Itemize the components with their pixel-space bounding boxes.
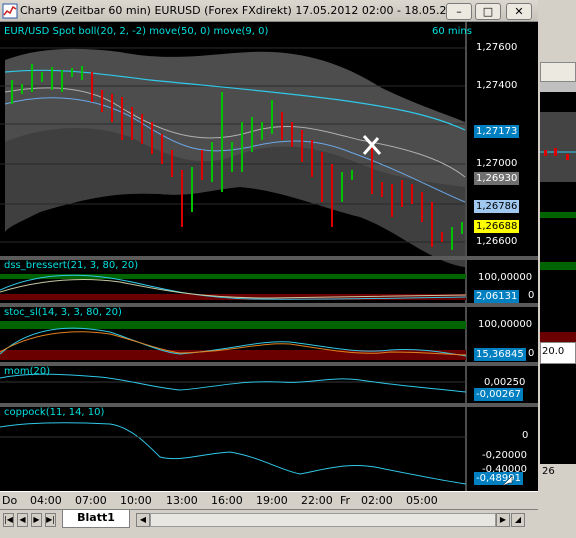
stoc-tick-zero: 0 bbox=[528, 348, 535, 359]
coppock-line bbox=[0, 422, 467, 485]
prev-sheet-icon[interactable]: ◀ bbox=[17, 513, 28, 527]
dss-tick-top: 100,00000 bbox=[478, 272, 533, 283]
stoc-panel-title: stoc_sl(14, 3, 3, 80, 20) bbox=[4, 307, 122, 318]
mom-value: -0,00267 bbox=[474, 388, 523, 401]
cursor-arrow-icon bbox=[501, 475, 513, 487]
time-label-8: Fr bbox=[340, 494, 351, 507]
stoc-tick-top: 100,00000 bbox=[478, 319, 533, 330]
sheet-tab-blatt1[interactable]: Blatt1 bbox=[62, 510, 130, 528]
last-price-value: 1,26688 bbox=[474, 220, 520, 233]
bg-window-chart bbox=[540, 112, 576, 342]
mom-line bbox=[0, 373, 467, 393]
dss-panel-title: dss_bressert(21, 3, 80, 20) bbox=[4, 260, 139, 271]
price-tick-6: 1,26600 bbox=[476, 236, 518, 247]
first-sheet-icon[interactable]: |◀ bbox=[3, 513, 14, 527]
chart-app-icon bbox=[2, 3, 18, 19]
horizontal-scrollbar[interactable] bbox=[150, 513, 496, 527]
bottom-strip bbox=[0, 529, 538, 538]
coppock-tick-zero: 0 bbox=[522, 430, 529, 441]
time-label-3: 10:00 bbox=[120, 494, 152, 507]
time-label-1: 04:00 bbox=[30, 494, 62, 507]
mom-tick-top: 0,00250 bbox=[484, 377, 526, 388]
bg-window-titlebar bbox=[540, 62, 576, 82]
title-bar[interactable]: Chart9 (Zeitbar 60 min) EURUSD (Forex FX… bbox=[0, 0, 538, 22]
ma-value: 1,26930 bbox=[474, 172, 520, 185]
time-label-4: 13:00 bbox=[166, 494, 198, 507]
minimize-button[interactable]: – bbox=[446, 3, 472, 20]
coppock-tick-mid: -0,20000 bbox=[482, 450, 527, 461]
last-sheet-icon[interactable]: ▶| bbox=[45, 513, 56, 527]
resize-grip-icon[interactable]: ◢ bbox=[511, 513, 525, 527]
time-label-6: 19:00 bbox=[256, 494, 288, 507]
stoc-value: 15,36845 bbox=[474, 348, 526, 361]
time-axis: Do 04:00 07:00 10:00 13:00 16:00 19:00 2… bbox=[0, 491, 538, 509]
upper-band-value: 1,27173 bbox=[474, 125, 520, 138]
dss-tick-zero: 0 bbox=[528, 290, 535, 301]
time-label-10: 05:00 bbox=[406, 494, 438, 507]
coppock-value: -0,48991 bbox=[474, 472, 523, 485]
scroll-right-icon[interactable]: ▶ bbox=[496, 513, 510, 527]
time-label-9: 02:00 bbox=[361, 494, 393, 507]
chart-window: Chart9 (Zeitbar 60 min) EURUSD (Forex FX… bbox=[0, 0, 538, 538]
price-tick-4: 1,27000 bbox=[476, 158, 518, 169]
coppock-panel-title: coppock(11, 14, 10) bbox=[4, 407, 105, 418]
scroll-left-icon[interactable]: ◀ bbox=[136, 513, 150, 527]
chart-area[interactable]: EUR/USD Spot boll(20, 2, -2) move(50, 0)… bbox=[0, 22, 538, 491]
bg-window-label-2: 26 bbox=[542, 466, 555, 477]
sheet-bar: |◀ ◀ ▶ ▶| Blatt1 ◀ ▶ ◢ bbox=[0, 509, 538, 529]
price-tick-1: 1,27600 bbox=[476, 42, 518, 53]
maximize-button[interactable]: □ bbox=[475, 3, 501, 20]
close-button[interactable]: ✕ bbox=[506, 3, 532, 20]
time-label-5: 16:00 bbox=[211, 494, 243, 507]
window-title: Chart9 (Zeitbar 60 min) EURUSD (Forex FX… bbox=[20, 4, 471, 17]
bg-window-label-1: 20.0 bbox=[542, 346, 565, 357]
price-panel-title: EUR/USD Spot boll(20, 2, -2) move(50, 0)… bbox=[4, 26, 269, 37]
mom-panel-title: mom(20) bbox=[4, 366, 51, 377]
lower-band-value: 1,26786 bbox=[474, 200, 520, 213]
chart-canvas[interactable] bbox=[0, 22, 538, 491]
time-label-2: 07:00 bbox=[75, 494, 107, 507]
dss-value: 2,06131 bbox=[474, 290, 520, 303]
time-label-7: 22:00 bbox=[301, 494, 333, 507]
time-label-0: Do bbox=[2, 494, 18, 507]
next-sheet-icon[interactable]: ▶ bbox=[31, 513, 42, 527]
interval-label: 60 mins bbox=[432, 26, 472, 37]
background-window: 20.0 26 bbox=[538, 0, 576, 538]
price-tick-2: 1,27400 bbox=[476, 80, 518, 91]
